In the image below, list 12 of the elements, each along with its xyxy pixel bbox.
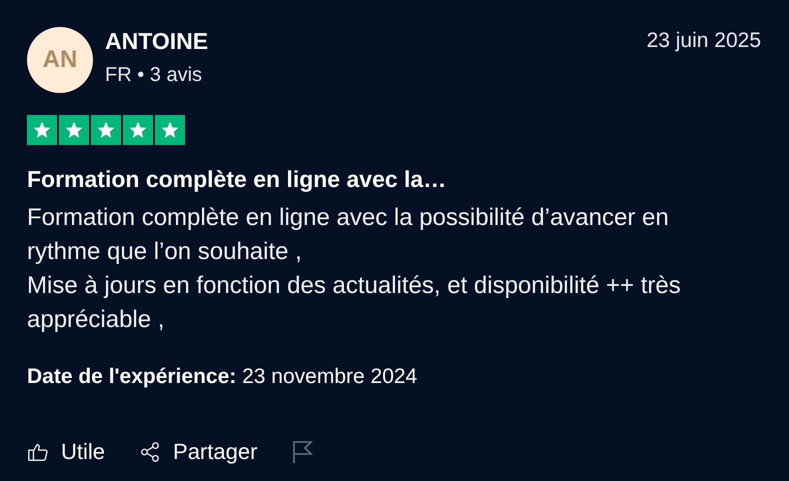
- review-text: Formation complète en ligne avec la possibilité d’avancer en rythme que l’on souhaite ,: [27, 203, 670, 267]
- report-button[interactable]: [291, 440, 314, 464]
- share-button[interactable]: Partager: [139, 435, 258, 468]
- review-title[interactable]: Formation complète en ligne avec la…: [27, 165, 761, 193]
- like-button[interactable]: Utile: [27, 435, 106, 468]
- reviewer-meta: FR • 3 avis: [105, 63, 204, 87]
- share-icon: [139, 440, 162, 462]
- review-date: 23 juin 2025: [646, 28, 761, 54]
- experience-date: Date de l'expérience: 23 novembre 2024: [27, 365, 418, 388]
- review-text: Mise à jours en fonction des actualités, et disponibilité ++ très appréciable ,: [27, 271, 682, 335]
- avatar: AN: [27, 27, 93, 93]
- reviewer-name[interactable]: ANTOINE: [105, 27, 208, 55]
